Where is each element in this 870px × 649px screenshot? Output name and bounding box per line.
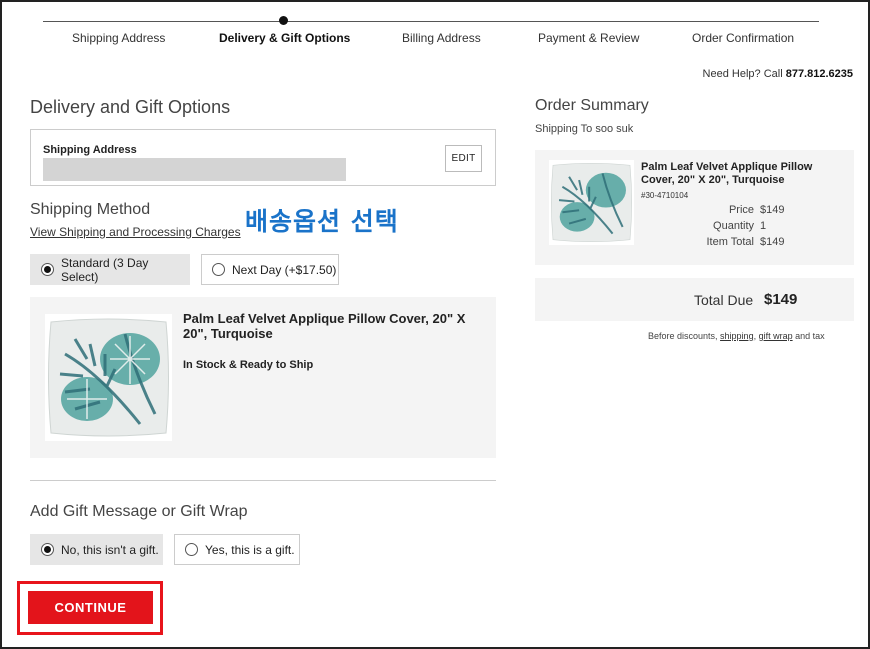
help-phone[interactable]: 877.812.6235: [786, 68, 853, 80]
progress-current-dot: [279, 16, 288, 25]
section-divider: [30, 480, 496, 481]
total-due-box: Total Due $149: [535, 278, 854, 321]
annotation-text: 배송옵션 선택: [245, 207, 399, 236]
shipping-option-standard[interactable]: Standard (3 Day Select): [30, 254, 190, 285]
summary-price-row: Price $149: [641, 204, 789, 216]
gift-option-yes[interactable]: Yes, this is a gift.: [174, 534, 300, 565]
total-due-value: $149: [764, 291, 798, 308]
item-title[interactable]: Palm Leaf Velvet Applique Pillow Cover, …: [183, 311, 483, 341]
step-billing-address: Billing Address: [402, 31, 481, 45]
step-payment-review: Payment & Review: [538, 31, 640, 45]
summary-item-sku: #30-4710104: [641, 191, 689, 200]
radio-selected-icon: [41, 263, 54, 276]
summary-item: Palm Leaf Velvet Applique Pillow Cover, …: [535, 150, 854, 265]
gift-option-no[interactable]: No, this isn't a gift.: [30, 534, 163, 565]
disclaimer-suffix: and tax: [792, 331, 825, 341]
order-summary-title: Order Summary: [535, 97, 649, 114]
summary-item-title[interactable]: Palm Leaf Velvet Applique Pillow Cover, …: [641, 161, 846, 187]
shipping-option-label: Next Day (+$17.50): [232, 262, 337, 277]
item-total-label: Item Total: [706, 236, 755, 248]
help-prefix: Need Help? Call: [702, 68, 786, 80]
edit-address-button[interactable]: EDIT: [445, 145, 482, 172]
continue-button[interactable]: CONTINUE: [28, 591, 153, 624]
gift-option-label: Yes, this is a gift.: [205, 542, 295, 557]
help-line: Need Help? Call 877.812.6235: [703, 68, 853, 80]
delivery-title: Delivery and Gift Options: [30, 97, 231, 117]
radio-unselected-icon: [185, 543, 198, 556]
pillow-thumbnail-image: [549, 160, 634, 245]
total-due-label: Total Due: [694, 292, 754, 308]
gift-title: Add Gift Message or Gift Wrap: [30, 503, 248, 520]
step-delivery-gift-options: Delivery & Gift Options: [219, 31, 351, 45]
summary-disclaimer: Before discounts, shipping, gift wrap an…: [648, 331, 825, 341]
price-label: Price: [728, 204, 754, 216]
shipping-link[interactable]: shipping: [720, 331, 754, 341]
step-order-confirmation: Order Confirmation: [692, 31, 795, 45]
qty-value: 1: [760, 220, 767, 232]
shipping-option-next-day[interactable]: Next Day (+$17.50): [201, 254, 339, 285]
shipping-charges-link[interactable]: View Shipping and Processing Charges: [30, 225, 241, 239]
radio-unselected-icon: [212, 263, 225, 276]
summary-qty-row: Quantity 1: [641, 220, 789, 232]
gift-wrap-link[interactable]: gift wrap: [759, 331, 793, 341]
shipping-address-box: Shipping Address EDIT: [30, 129, 496, 186]
item-stock-status: In Stock & Ready to Ship: [183, 359, 314, 371]
shipping-option-label: Standard (3 Day Select): [61, 255, 149, 284]
shipping-to-text: Shipping To soo suk: [535, 123, 634, 135]
qty-label: Quantity: [713, 220, 754, 232]
summary-item-total-row: Item Total $149: [641, 236, 789, 248]
shipping-method-title: Shipping Method: [30, 201, 151, 218]
shipping-address-label: Shipping Address: [43, 144, 137, 156]
redacted-address: [43, 158, 346, 181]
item-total-value: $149: [760, 236, 785, 248]
radio-selected-icon: [41, 543, 54, 556]
disclaimer-prefix: Before discounts,: [648, 331, 721, 341]
step-shipping-address[interactable]: Shipping Address: [72, 31, 165, 45]
cart-item: Palm Leaf Velvet Applique Pillow Cover, …: [30, 297, 496, 458]
progress-line: [43, 21, 819, 22]
gift-option-label: No, this isn't a gift.: [61, 542, 159, 557]
pillow-image: [45, 314, 172, 441]
price-value: $149: [760, 204, 785, 216]
